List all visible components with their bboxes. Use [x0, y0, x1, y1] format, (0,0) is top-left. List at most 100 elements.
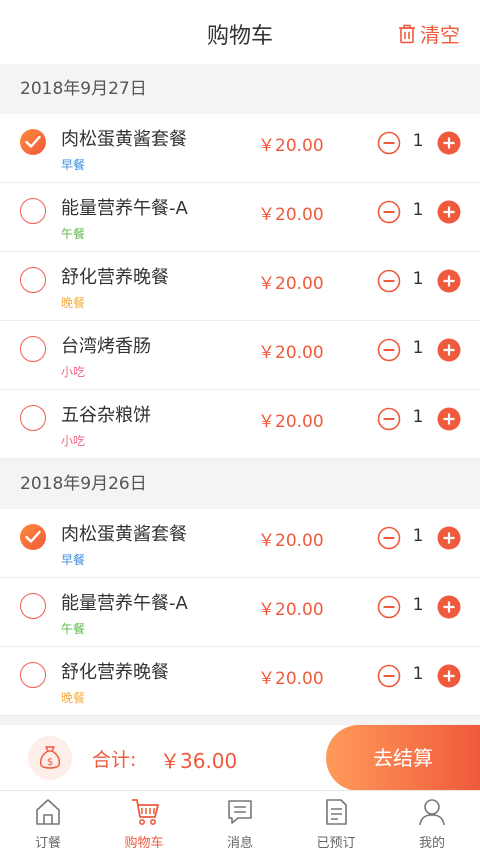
plus-icon — [437, 595, 461, 623]
tab-label: 订餐 — [34, 836, 61, 851]
quantity: 1 — [412, 338, 424, 358]
cart-icon — [132, 799, 159, 825]
item-price: ￥20.00 — [258, 531, 324, 551]
plus-icon — [437, 338, 461, 366]
tab-label: 购物车 — [124, 836, 164, 851]
tab-mine[interactable]: 我的 — [384, 791, 480, 854]
select-checkbox[interactable] — [20, 267, 46, 293]
item-price: ￥20.00 — [258, 412, 324, 432]
increase-button[interactable] — [437, 595, 461, 623]
meal-tag: 早餐 — [61, 158, 86, 172]
meal-tag: 午餐 — [61, 622, 86, 636]
item-name: 舒化营养晚餐 — [61, 267, 169, 288]
date-header: 2018年9月27日 — [0, 64, 480, 114]
orders-icon — [326, 799, 347, 825]
quantity: 1 — [412, 664, 424, 684]
decrease-button[interactable] — [377, 595, 401, 623]
select-checkbox[interactable] — [20, 198, 46, 224]
tab-order[interactable]: 订餐 — [0, 791, 96, 854]
plus-icon — [437, 526, 461, 554]
tab-booked[interactable]: 已预订 — [288, 791, 384, 854]
item-name: 肉松蛋黄酱套餐 — [61, 524, 187, 545]
money-bag-icon: $ — [28, 736, 72, 780]
minus-icon — [377, 131, 401, 159]
select-checkbox[interactable] — [20, 129, 46, 155]
cart-item: 五谷杂粮饼小吃 ￥20.00 1 — [0, 390, 480, 459]
item-price: ￥20.00 — [258, 600, 324, 620]
item-name: 台湾烤香肠 — [61, 336, 151, 357]
minus-icon — [377, 407, 401, 435]
cart-item: 肉松蛋黄酱套餐早餐 ￥20.00 1 — [0, 114, 480, 183]
clear-cart-button[interactable]: 清空 — [398, 19, 460, 48]
message-icon — [228, 800, 252, 824]
increase-button[interactable] — [437, 664, 461, 692]
decrease-button[interactable] — [377, 200, 401, 228]
meal-tag: 晚餐 — [61, 691, 86, 705]
decrease-button[interactable] — [377, 269, 401, 297]
total-label: 合计: — [92, 749, 137, 771]
quantity: 1 — [412, 407, 424, 427]
increase-button[interactable] — [437, 407, 461, 435]
tab-messages[interactable]: 消息 — [192, 791, 288, 854]
quantity: 1 — [412, 269, 424, 289]
item-price: ￥20.00 — [258, 205, 324, 225]
tab-label: 已预订 — [316, 836, 356, 851]
clear-label: 清空 — [420, 23, 460, 47]
minus-icon — [377, 200, 401, 228]
item-name: 五谷杂粮饼 — [61, 405, 151, 426]
increase-button[interactable] — [437, 526, 461, 554]
decrease-button[interactable] — [377, 338, 401, 366]
cart-item: 能量营养午餐-A 午餐 ￥20.00 1 — [0, 578, 480, 647]
meal-tag: 午餐 — [61, 227, 86, 241]
item-name: 能量营养午餐-A — [61, 593, 188, 614]
cart-item: 舒化营养晚餐 晚餐 ￥20.00 1 — [0, 252, 480, 321]
cart-item: 能量营养午餐-A 午餐 ￥20.00 1 — [0, 183, 480, 252]
meal-tag: 晚餐 — [61, 296, 86, 310]
increase-button[interactable] — [437, 338, 461, 366]
tab-label: 消息 — [226, 836, 253, 851]
date-header: 2018年9月26日 — [0, 459, 480, 509]
cart-item: 台湾烤香肠小吃 ￥20.00 1 — [0, 321, 480, 390]
home-icon — [36, 799, 60, 825]
checkout-bar: $ 合计: ￥36.00 去结算 — [0, 724, 480, 791]
total-amount: ￥36.00 — [160, 749, 238, 773]
decrease-button[interactable] — [377, 526, 401, 554]
decrease-button[interactable] — [377, 664, 401, 692]
item-price: ￥20.00 — [258, 669, 324, 689]
minus-icon — [377, 338, 401, 366]
item-price: ￥20.00 — [258, 136, 324, 156]
plus-icon — [437, 407, 461, 435]
minus-icon — [377, 664, 401, 692]
select-checkbox[interactable] — [20, 593, 46, 619]
item-price: ￥20.00 — [258, 343, 324, 363]
decrease-button[interactable] — [377, 131, 401, 159]
tab-cart[interactable]: 购物车 — [96, 791, 192, 854]
meal-tag: 小吃 — [61, 434, 86, 448]
meal-tag: 小吃 — [61, 365, 86, 379]
increase-button[interactable] — [437, 269, 461, 297]
plus-icon — [437, 269, 461, 297]
select-checkbox[interactable] — [20, 336, 46, 362]
minus-icon — [377, 526, 401, 554]
select-checkbox[interactable] — [20, 405, 46, 431]
quantity: 1 — [412, 526, 424, 546]
cart-item: 肉松蛋黄酱套餐早餐 ￥20.00 1 — [0, 509, 480, 578]
checkout-button[interactable]: 去结算 — [326, 725, 480, 791]
quantity: 1 — [412, 595, 424, 615]
cart-list[interactable]: 2018年9月27日 肉松蛋黄酱套餐 早餐 ￥20.00 1 能量营养午餐-A 午餐 ￥20.… — [0, 64, 480, 724]
increase-button[interactable] — [437, 131, 461, 159]
plus-icon — [437, 664, 461, 692]
select-checkbox[interactable] — [20, 662, 46, 688]
minus-icon — [377, 269, 401, 297]
plus-icon — [437, 131, 461, 159]
meal-tag: 早餐 — [61, 553, 86, 567]
increase-button[interactable] — [437, 200, 461, 228]
bottom-tab-bar: 订餐 购物车 消息 已预订 我的 — [0, 790, 480, 854]
select-checkbox[interactable] — [20, 524, 46, 550]
item-name: 肉松蛋黄酱套餐 — [61, 129, 187, 150]
trash-icon — [399, 24, 415, 43]
top-bar: 购物车 清空 — [0, 0, 480, 64]
decrease-button[interactable] — [377, 407, 401, 435]
item-name: 能量营养午餐-A — [61, 198, 188, 219]
quantity: 1 — [412, 131, 424, 151]
